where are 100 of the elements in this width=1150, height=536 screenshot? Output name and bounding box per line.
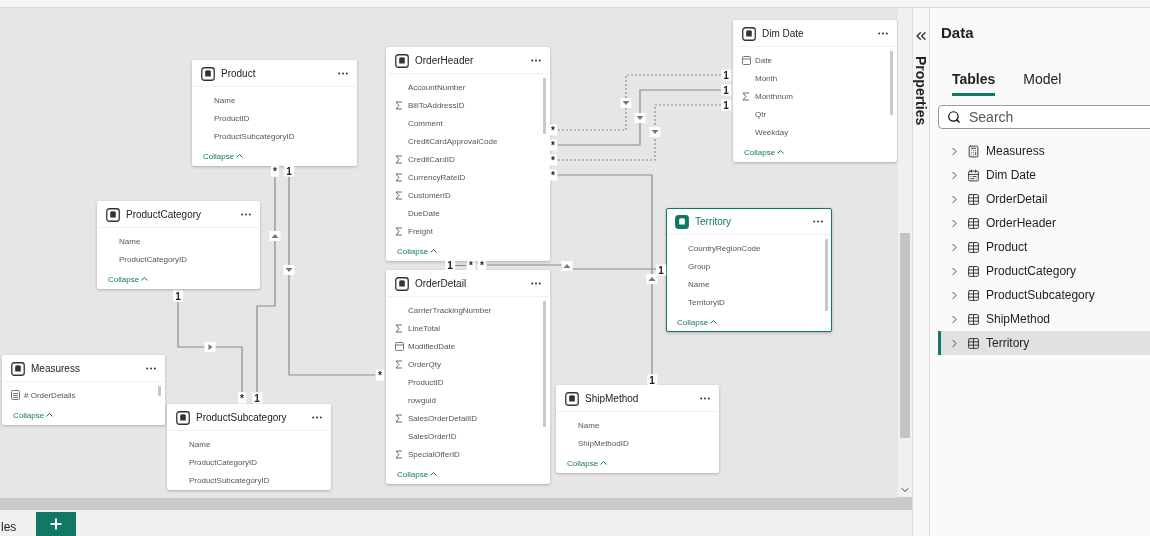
add-page-button[interactable] bbox=[36, 512, 77, 536]
field-name[interactable]: Name bbox=[688, 279, 710, 289]
table-title: Product bbox=[221, 68, 257, 79]
field-name[interactable]: Month bbox=[755, 73, 778, 83]
field-name[interactable]: ProductID bbox=[408, 377, 444, 387]
scrollbar-thumb[interactable] bbox=[890, 51, 893, 115]
field-name[interactable]: ProductID bbox=[214, 113, 250, 123]
field-name[interactable]: AccountNumber bbox=[408, 82, 466, 92]
scrollbar-thumb[interactable] bbox=[543, 301, 546, 427]
table-list-item[interactable]: Dim Date bbox=[938, 163, 1150, 187]
field-name[interactable]: Comment bbox=[408, 118, 443, 128]
relationship-line[interactable] bbox=[177, 301, 243, 393]
field-name[interactable]: # OrderDetails bbox=[24, 390, 76, 400]
sigma-icon bbox=[395, 449, 403, 459]
field-name[interactable]: TerritoryID bbox=[688, 297, 725, 307]
page-tab[interactable]: les bbox=[1, 520, 17, 536]
collapse-link[interactable]: Collapse bbox=[567, 454, 608, 472]
field-name[interactable]: CreditCardID bbox=[408, 154, 455, 164]
more-options-icon[interactable] bbox=[700, 397, 710, 400]
field-name[interactable]: CustomerID bbox=[408, 190, 451, 200]
field-name[interactable]: rowguid bbox=[408, 395, 436, 405]
collapse-link[interactable]: Collapse bbox=[397, 242, 438, 260]
field-name[interactable]: ShipMethodID bbox=[578, 438, 629, 448]
field-name[interactable]: CountryRegionCode bbox=[688, 243, 761, 253]
more-options-icon[interactable] bbox=[813, 220, 823, 223]
relationship-line[interactable] bbox=[256, 176, 281, 393]
more-options-icon[interactable] bbox=[312, 416, 322, 419]
field-name[interactable]: CreditCardApprovalCode bbox=[408, 136, 498, 146]
collapse-link[interactable]: Collapse bbox=[13, 406, 54, 424]
field-name[interactable]: DueDate bbox=[408, 208, 440, 218]
scrollbar-thumb[interactable] bbox=[158, 386, 161, 396]
table-list-item[interactable]: Measuress bbox=[938, 139, 1150, 163]
field-name[interactable]: CurrencyRateID bbox=[408, 172, 466, 182]
collapse-link[interactable]: Collapse bbox=[203, 147, 244, 165]
table-list-item[interactable]: ShipMethod bbox=[938, 307, 1150, 331]
pane-tab[interactable]: Model bbox=[1023, 71, 1062, 96]
table-list-item[interactable]: Product bbox=[938, 235, 1150, 259]
field-name[interactable]: CarrierTrackingNumber bbox=[408, 305, 492, 315]
field-name[interactable]: SalesOrderID bbox=[408, 431, 457, 441]
field-name[interactable]: Weekday bbox=[755, 127, 789, 137]
field-name[interactable]: LineTotal bbox=[408, 323, 441, 333]
search-field[interactable]: Search bbox=[938, 105, 1150, 129]
relationship-line[interactable] bbox=[557, 104, 722, 161]
field-name[interactable]: ProductCategoryID bbox=[119, 254, 188, 264]
field-name[interactable]: OrderQty bbox=[408, 359, 441, 369]
collapse-link[interactable]: Collapse bbox=[397, 465, 438, 483]
table-list-item[interactable]: OrderHeader bbox=[938, 211, 1150, 235]
calendar-icon bbox=[395, 341, 404, 351]
cardinality-label: 1 bbox=[721, 69, 731, 81]
field-name[interactable]: ProductSubcategoryID bbox=[214, 131, 295, 141]
field-name[interactable]: Name bbox=[214, 95, 236, 105]
table-card[interactable]: Measuress # OrderDetails Collapse bbox=[2, 355, 165, 425]
more-options-icon[interactable] bbox=[338, 72, 348, 75]
field-name[interactable]: Name bbox=[578, 420, 600, 430]
properties-pane-label[interactable]: Properties bbox=[913, 56, 929, 126]
collapse-link[interactable]: Collapse bbox=[108, 270, 149, 288]
table-card[interactable]: Dim Date Date Month Monthnum Qtr Weekday Collapse bbox=[733, 20, 897, 162]
scrollbar-thumb[interactable] bbox=[543, 78, 546, 134]
relationship-line[interactable] bbox=[557, 74, 722, 131]
table-card[interactable]: ShipMethod Name ShipMethodID Collapse bbox=[556, 385, 719, 473]
scrollbar-thumb[interactable] bbox=[900, 233, 910, 438]
more-options-icon[interactable] bbox=[241, 213, 251, 216]
field-name[interactable]: SalesOrderDetailID bbox=[408, 413, 477, 423]
pane-tab[interactable]: Tables bbox=[952, 71, 996, 96]
relationship-line[interactable] bbox=[486, 261, 657, 271]
more-options-icon[interactable] bbox=[878, 32, 888, 35]
table-card[interactable]: Territory CountryRegionCode Group Name TerritoryID Collapse bbox=[666, 208, 832, 332]
table-card[interactable]: ProductSubcategory Name ProductCategoryID ProductSubcategoryID bbox=[167, 404, 331, 490]
table-list-item[interactable]: Territory bbox=[938, 331, 1150, 355]
table-list-item[interactable]: ProductCategory bbox=[938, 259, 1150, 283]
table-card[interactable]: Product Name ProductID ProductSubcategoryID Collapse bbox=[192, 60, 357, 166]
table-list-item[interactable]: OrderDetail bbox=[938, 187, 1150, 211]
field-name[interactable]: Freight bbox=[408, 226, 433, 236]
field-name[interactable]: ProductCategoryID bbox=[189, 457, 258, 467]
field-name[interactable]: ProductSubcategoryID bbox=[189, 475, 270, 485]
table-card[interactable]: OrderHeader AccountNumber BillToAddressID Comment CreditCardApprovalCode CreditCardID CurrencyRateID CustomerID DueDate Freight Collapse bbox=[386, 47, 550, 261]
field-name[interactable]: SpecialOfferID bbox=[408, 449, 460, 459]
search-input[interactable]: Search bbox=[967, 108, 1121, 126]
chevron-up-icon bbox=[430, 249, 438, 253]
field-name[interactable]: Monthnum bbox=[755, 91, 793, 101]
collapse-link[interactable]: Collapse bbox=[677, 313, 718, 331]
field-name[interactable]: Name bbox=[189, 439, 211, 449]
table-card[interactable]: OrderDetail CarrierTrackingNumber LineTotal ModifiedDate OrderQty ProductID rowguid SalesOrderDetailID SalesOrderID SpecialOfferID Collapse bbox=[386, 270, 550, 484]
field-name[interactable]: Name bbox=[119, 236, 141, 246]
table-list-item[interactable]: ProductSubcategory bbox=[938, 283, 1150, 307]
relationship-line[interactable] bbox=[557, 174, 658, 375]
collapse-link[interactable]: Collapse bbox=[744, 143, 785, 161]
field-name[interactable]: ModifiedDate bbox=[408, 341, 456, 351]
scrollbar-thumb[interactable] bbox=[825, 239, 828, 311]
more-options-icon[interactable] bbox=[531, 59, 541, 62]
more-options-icon[interactable] bbox=[146, 367, 156, 370]
more-options-icon[interactable] bbox=[531, 282, 541, 285]
field-name[interactable]: BillToAddressID bbox=[408, 100, 465, 110]
relationship-line[interactable] bbox=[283, 176, 376, 376]
relationship-line[interactable] bbox=[557, 89, 722, 146]
cardinality-label: 1 bbox=[721, 84, 731, 96]
field-name[interactable]: Qtr bbox=[755, 109, 767, 119]
table-card[interactable]: ProductCategory Name ProductCategoryID Collapse bbox=[97, 201, 260, 289]
field-name[interactable]: Group bbox=[688, 261, 711, 271]
field-name[interactable]: Date bbox=[755, 55, 772, 65]
